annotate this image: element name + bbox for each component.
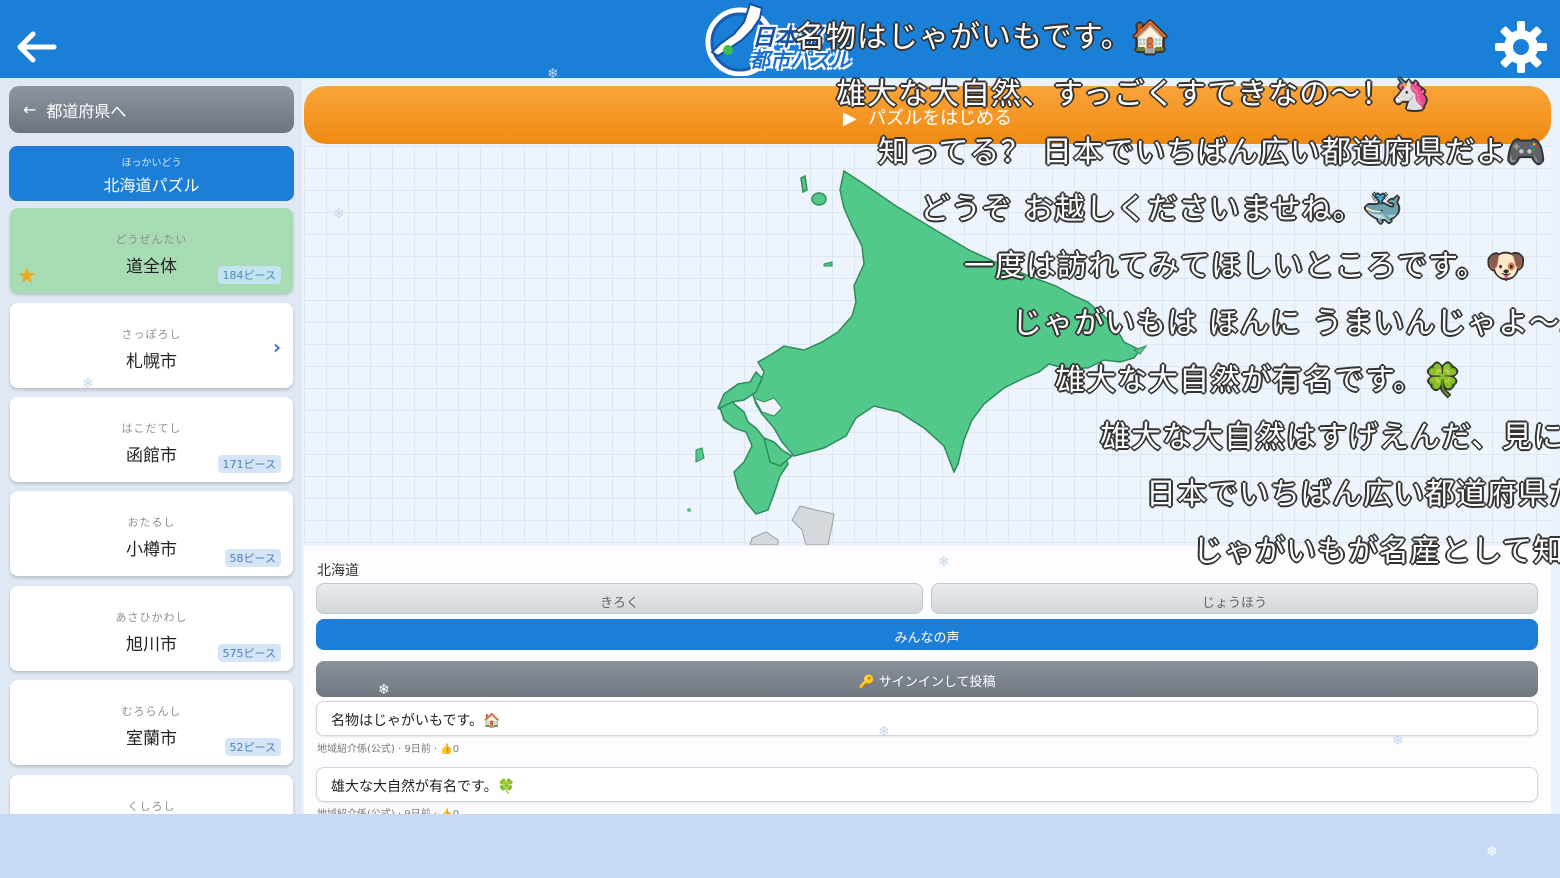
tab-info[interactable]: じょうほう	[931, 583, 1538, 614]
city-card-asahikawa[interactable]: あさひかわし 旭川市 575ピース	[10, 586, 293, 671]
bottom-band	[0, 814, 1560, 878]
overlay-comment: 雄大な大自然が有名です。🍀	[1055, 363, 1463, 398]
overlay-comment: 名物はじゃがいもです。🏠	[795, 20, 1171, 55]
piece-count-badge: 184ピース	[217, 266, 281, 284]
snowflake-icon: ❄	[82, 376, 94, 392]
key-icon: 🔑	[858, 675, 875, 690]
snowflake-icon: ❄	[1486, 844, 1498, 860]
tab-voices[interactable]: みんなの声	[316, 619, 1538, 650]
snowflake-icon: ❄	[378, 682, 390, 698]
snowflake-icon: ❄	[878, 724, 890, 740]
city-card-hakodate[interactable]: はこだてし 函館市 171ピース	[10, 397, 293, 482]
city-ruby: むろらんし	[121, 705, 182, 718]
piece-count-badge: 575ピース	[217, 644, 281, 662]
comment-item: 名物はじゃがいもです。🏠	[316, 701, 1538, 736]
city-name: 札幌市	[126, 352, 177, 372]
piece-count-badge: 52ピース	[224, 738, 281, 756]
city-card-sapporo[interactable]: さっぽろし 札幌市 ›	[10, 303, 293, 388]
info-panel: 北海道 きろく じょうほう みんなの声 🔑 サインインして投稿 名物はじゃがいも…	[304, 546, 1551, 814]
overlay-comment: じゃがいもは ほんに うまいんじゃよ〜。	[1012, 306, 1560, 341]
left-arrow-icon: ←	[23, 100, 37, 119]
signin-post-button[interactable]: 🔑 サインインして投稿	[316, 661, 1538, 697]
region-label: 北海道	[317, 563, 359, 579]
city-ruby: くしろし	[127, 800, 176, 813]
comment-item: 雄大な大自然が有名です。🍀	[316, 767, 1538, 802]
city-ruby: あさひかわし	[115, 611, 188, 624]
overlay-comment: 雄大な大自然、すっごくすてきなの〜！🦄	[836, 77, 1431, 112]
snowflake-icon: ❄	[1392, 733, 1404, 749]
comment-meta: 地域紹介係(公式) · 9日前 · 👍0	[317, 805, 459, 814]
prefecture-title: ほっかいどう 北海道パズル	[9, 146, 294, 201]
piece-count-badge: 58ピース	[224, 549, 281, 567]
snowflake-icon: ❄	[938, 554, 950, 570]
gear-icon[interactable]	[1492, 18, 1550, 76]
piece-count-badge: 171ピース	[217, 455, 281, 473]
city-card-muroran[interactable]: むろらんし 室蘭市 52ピース	[10, 680, 293, 765]
overlay-comment: 知ってる？ 日本でいちばん広い都道府県だよ🎮	[878, 135, 1546, 170]
city-ruby: さっぽろし	[121, 328, 182, 341]
snowflake-icon: ❄	[333, 206, 345, 222]
city-card-otaru[interactable]: おたるし 小樽市 58ピース	[10, 491, 293, 576]
city-card-whole[interactable]: どうぜんたい 道全体 ★ 184ピース	[10, 208, 293, 293]
star-icon: ★	[17, 264, 37, 289]
city-ruby: どうぜんたい	[115, 233, 188, 246]
chevron-right-icon: ›	[272, 335, 281, 359]
city-ruby: はこだてし	[121, 422, 182, 435]
back-arrow-icon[interactable]	[14, 24, 60, 70]
back-to-prefectures-label: 都道府県へ	[46, 101, 127, 121]
overlay-comment: 一度は訪れてみてほしいところです。🐶	[964, 249, 1526, 284]
comment-meta: 地域紹介係(公式) · 9日前 · 👍0	[317, 744, 460, 755]
overlay-comment: 雄大な大自然はすげえんだ、見に	[1100, 420, 1560, 455]
city-card-kushiro[interactable]: くしろし	[10, 775, 293, 814]
city-sidebar: ← 都道府県へ ほっかいどう 北海道パズル どうぜんたい 道全体 ★ 184ピー…	[0, 78, 302, 814]
overlay-comment: 日本でいちばん広い都道府県だ	[1146, 477, 1560, 512]
overlay-comment: どうぞ お越しくださいませね。🐳	[920, 192, 1402, 227]
back-to-prefectures-button[interactable]: ← 都道府県へ	[9, 86, 294, 133]
prefecture-ruby: ほっかいどう	[121, 158, 182, 169]
signin-post-label: サインインして投稿	[878, 675, 996, 690]
tab-record[interactable]: きろく	[316, 583, 923, 614]
header-bar: 日本都 都市パズル	[0, 0, 1560, 78]
overlay-comment: じゃがいもが名産として知	[1193, 534, 1560, 569]
city-ruby: おたるし	[127, 516, 176, 529]
prefecture-name: 北海道パズル	[103, 176, 200, 195]
snowflake-icon: ❄	[547, 66, 559, 82]
